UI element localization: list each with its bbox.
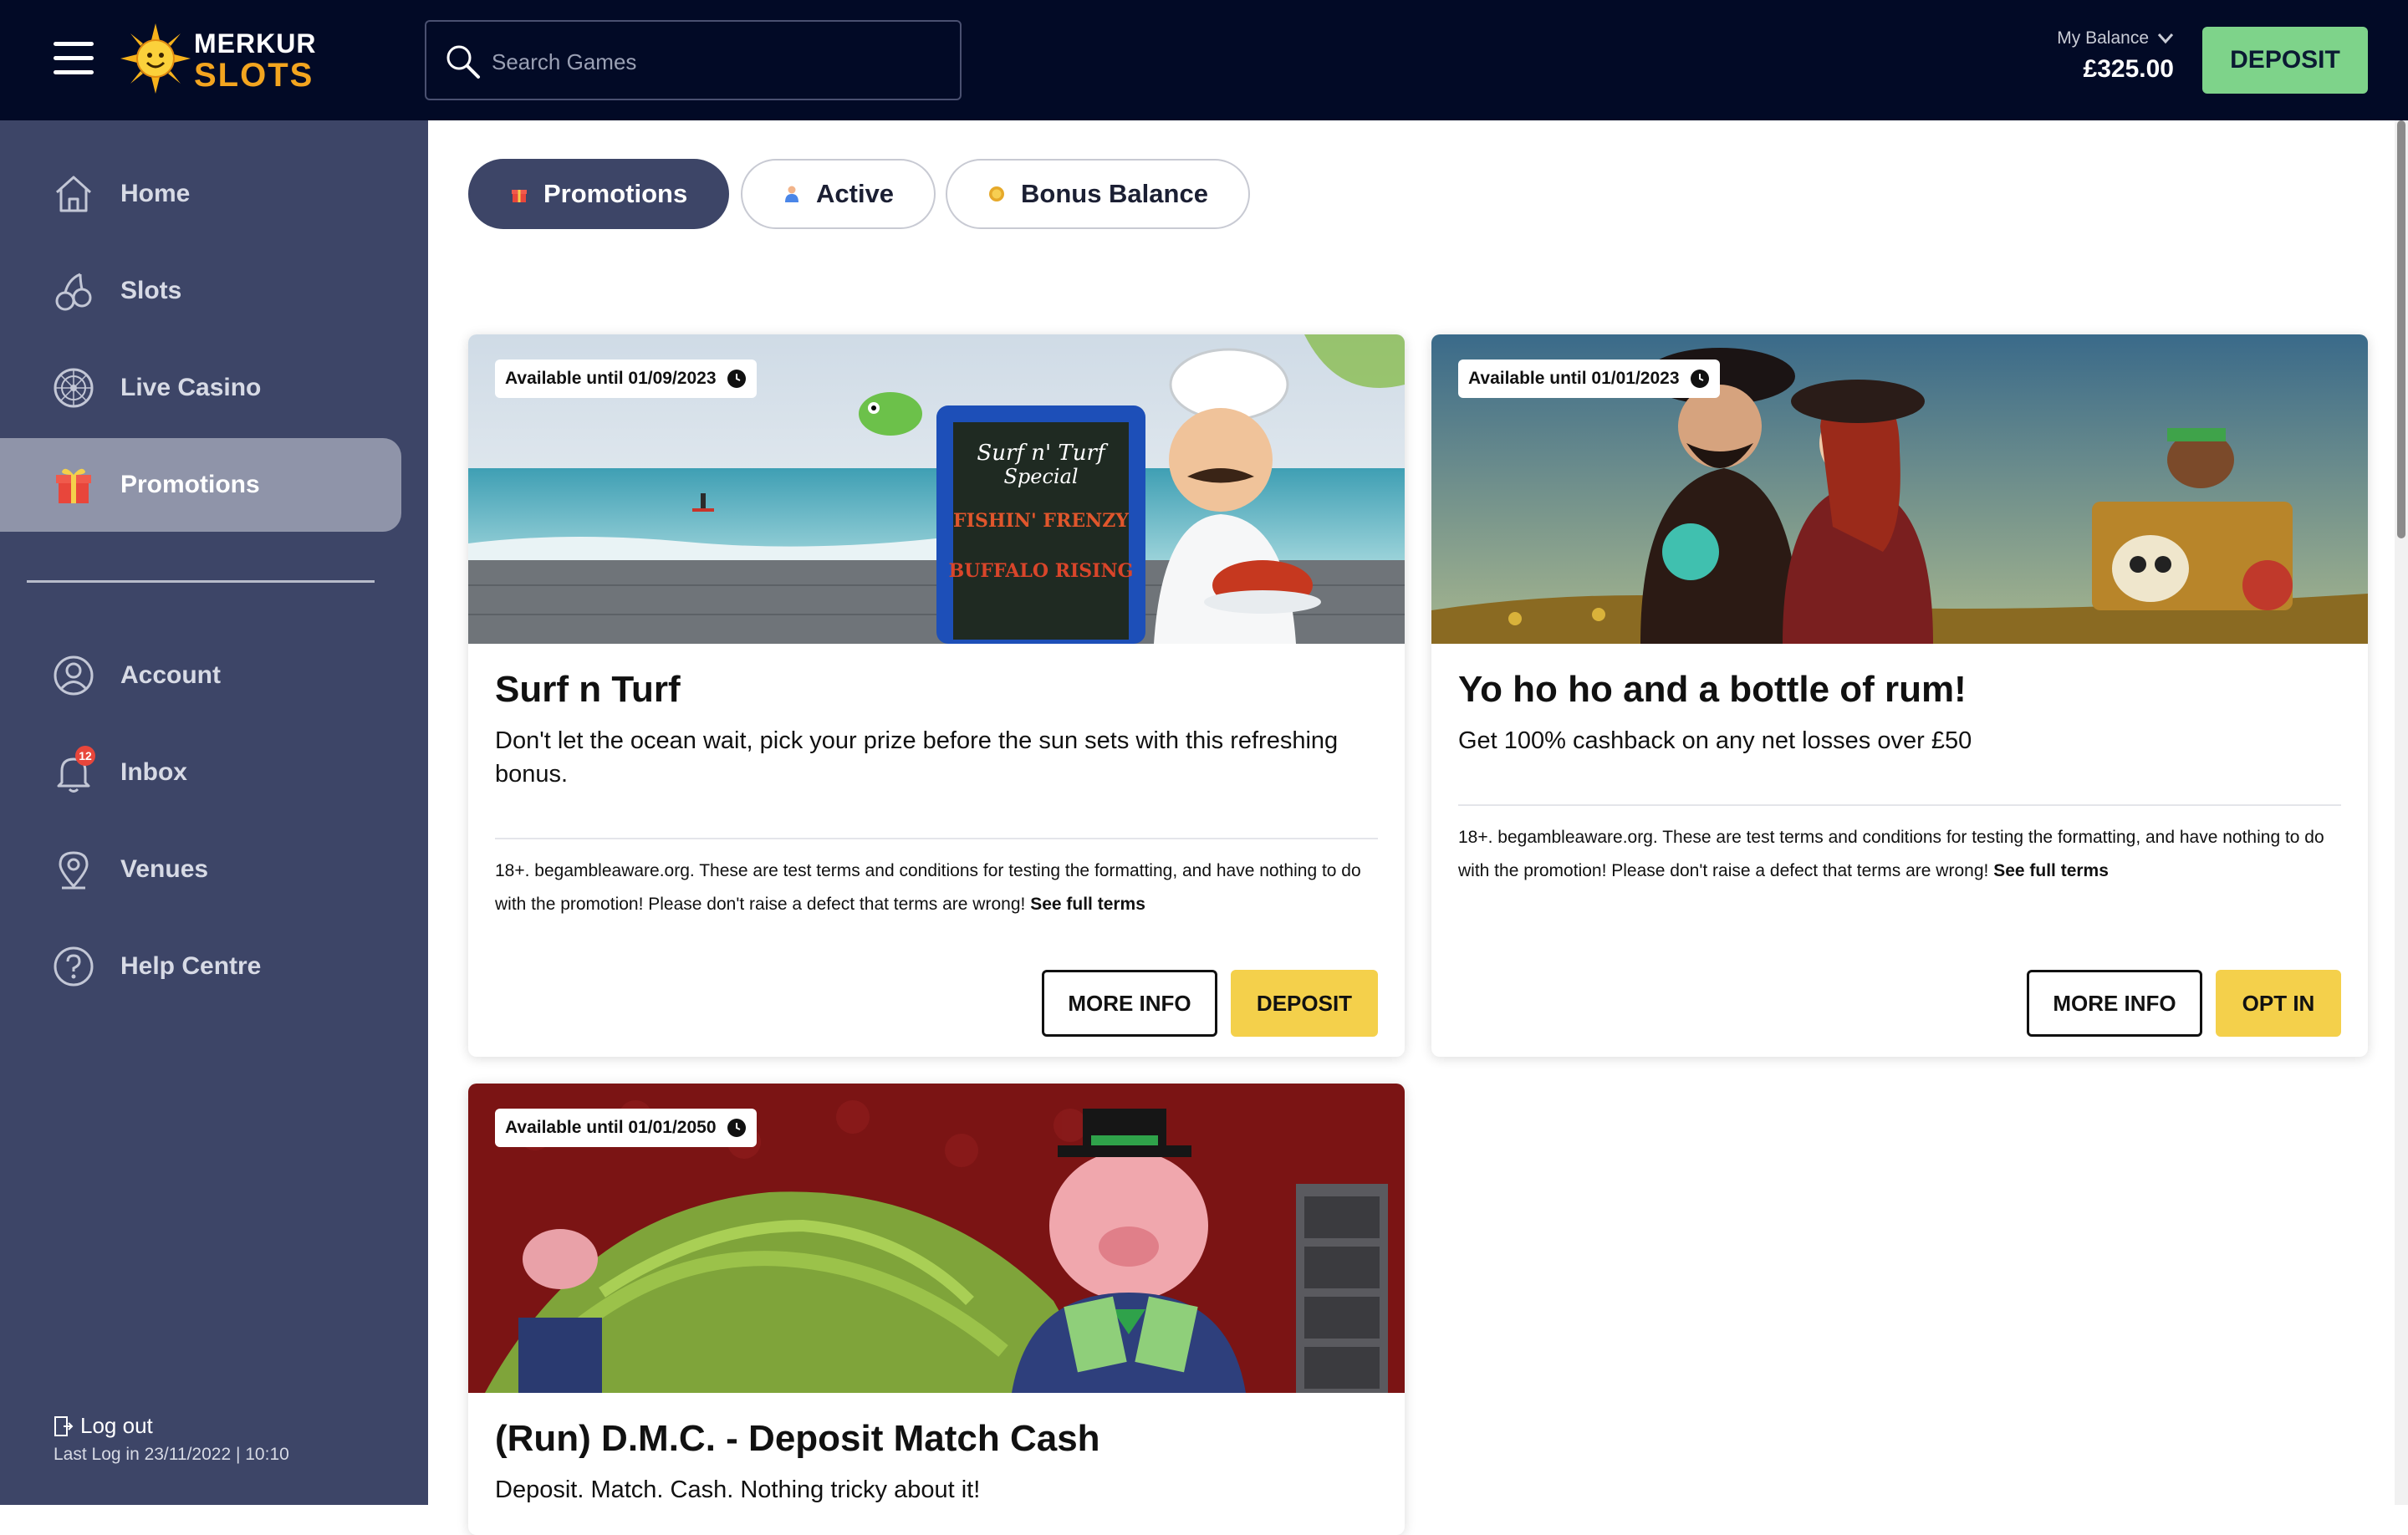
gift-icon [52, 463, 95, 507]
location-pin-icon [52, 848, 95, 891]
availability-badge: Available until 01/01/2023 [1458, 360, 1720, 398]
tab-label: Promotions [543, 179, 688, 208]
tab-label: Bonus Balance [1021, 179, 1208, 208]
tab-promotions[interactable]: Promotions [468, 159, 730, 229]
availability-text: Available until 01/09/2023 [505, 369, 717, 388]
tab-active[interactable]: Active [741, 159, 936, 229]
availability-badge: Available until 01/09/2023 [495, 360, 757, 398]
balance-label: My Balance [2057, 28, 2149, 48]
chevron-down-icon [2157, 33, 2174, 44]
clock-icon [1690, 370, 1709, 388]
top-bar: MERKUR SLOTS My Balance £325.00 DEPOSIT [0, 0, 2408, 120]
promo-deposit-button[interactable]: DEPOSIT [1231, 970, 1378, 1037]
sidebar-item-label: Slots [120, 277, 182, 304]
logout-label: Log out [80, 1413, 153, 1438]
inbox-badge: 12 [75, 746, 95, 766]
coin-icon [989, 186, 1004, 201]
logo-line2: SLOTS [194, 57, 314, 94]
terms-text: 18+. begambleaware.org. These are test t… [1458, 828, 2324, 880]
sidebar-item-label: Venues [120, 855, 209, 883]
sidebar-item-inbox[interactable]: 12 Inbox [0, 726, 401, 819]
sun-logo-icon [120, 23, 191, 94]
roulette-wheel-icon [52, 366, 95, 410]
sidebar-item-home[interactable]: Home [0, 147, 401, 241]
board-text-4: BUFFALO RISING [949, 560, 1134, 582]
sidebar-item-live-casino[interactable]: Live Casino [0, 341, 401, 435]
search-icon [446, 45, 480, 79]
sidebar-item-label: Account [120, 661, 221, 689]
sidebar-item-label: Live Casino [120, 374, 262, 401]
sidebar-item-account[interactable]: Account [0, 629, 401, 722]
board-text-3: FISHIN' FRENZY [953, 510, 1129, 532]
sidebar-item-label: Home [120, 180, 191, 207]
person-icon [785, 186, 798, 202]
tab-label: Active [816, 179, 895, 208]
hamburger-menu-icon[interactable] [54, 42, 94, 75]
see-full-terms-link[interactable]: See full terms [1993, 861, 2109, 880]
opt-in-button[interactable]: OPT IN [2216, 970, 2341, 1037]
promo-terms: 18+. begambleaware.org. These are test t… [495, 854, 1378, 921]
cherries-icon [52, 269, 95, 313]
promo-card-yo-ho-ho: Available until 01/01/2023 Yo ho ho and … [1431, 334, 2368, 1057]
question-circle-icon [52, 945, 95, 988]
promo-title: (Run) D.M.C. - Deposit Match Cash [495, 1418, 1100, 1459]
home-icon [52, 172, 95, 216]
card-divider [495, 838, 1378, 839]
promo-image-surf-n-turf: Surf n' Turf Special FISHIN' FRENZY BUFF… [468, 334, 1405, 644]
promo-terms: 18+. begambleaware.org. These are test t… [1458, 821, 2341, 888]
availability-text: Available until 01/01/2023 [1468, 369, 1680, 388]
more-info-button[interactable]: MORE INFO [1042, 970, 1217, 1037]
promo-image-pirates: Available until 01/01/2023 [1431, 334, 2368, 644]
page-scrollbar[interactable] [2395, 120, 2408, 1505]
search-input[interactable] [492, 43, 943, 80]
balance-widget[interactable]: My Balance £325.00 [2032, 28, 2174, 84]
availability-badge: Available until 01/01/2050 [495, 1109, 757, 1147]
card-divider [1458, 804, 2341, 806]
terms-text: 18+. begambleaware.org. These are test t… [495, 861, 1361, 914]
bell-icon: 12 [52, 746, 95, 794]
sidebar-item-label: Inbox [120, 758, 187, 786]
board-text-1: Surf n' Turf [977, 441, 1109, 466]
sidebar: Home Slots Live Casino Promotions Accoun… [0, 120, 428, 1505]
last-login-text: Last Log in 23/11/2022 | 10:10 [54, 1445, 289, 1464]
promo-description: Don't let the ocean wait, pick your priz… [495, 727, 1339, 788]
promo-title: Yo ho ho and a bottle of rum! [1458, 669, 1967, 710]
logout-link[interactable]: Log out [54, 1413, 153, 1439]
clock-icon [727, 370, 746, 388]
promo-image-piggy: Available until 01/01/2050 [468, 1084, 1405, 1393]
sidebar-divider [27, 580, 375, 583]
balance-value: £325.00 [2083, 55, 2174, 83]
promo-card-deposit-match-cash: Available until 01/01/2050 (Run) D.M.C. … [468, 1084, 1405, 1535]
board-text-2: Special [1003, 465, 1078, 488]
availability-text: Available until 01/01/2050 [505, 1118, 717, 1137]
header-deposit-button[interactable]: DEPOSIT [2202, 27, 2368, 94]
sidebar-item-promotions[interactable]: Promotions [0, 438, 401, 532]
sidebar-item-slots[interactable]: Slots [0, 244, 401, 338]
sidebar-item-venues[interactable]: Venues [0, 823, 401, 916]
sidebar-item-help-centre[interactable]: Help Centre [0, 920, 401, 1013]
balance-label-row[interactable]: My Balance [2057, 28, 2174, 48]
see-full-terms-link[interactable]: See full terms [1030, 895, 1145, 914]
sidebar-item-label: Help Centre [120, 952, 262, 980]
promo-description: Deposit. Match. Cash. Nothing tricky abo… [495, 1476, 981, 1503]
clock-icon [727, 1119, 746, 1137]
search-box[interactable] [425, 20, 962, 100]
promo-description: Get 100% cashback on any net losses over… [1458, 727, 1972, 754]
logo-line1: MERKUR [194, 28, 317, 59]
logout-icon [54, 1415, 74, 1436]
tab-bonus-balance[interactable]: Bonus Balance [946, 159, 1250, 229]
merkur-slots-logo[interactable]: MERKUR SLOTS [120, 23, 317, 95]
gift-icon [512, 190, 527, 202]
more-info-button[interactable]: MORE INFO [2027, 970, 2202, 1037]
promo-card-surf-n-turf: Surf n' Turf Special FISHIN' FRENZY BUFF… [468, 334, 1405, 1057]
user-circle-icon [52, 654, 95, 697]
sidebar-item-label: Promotions [120, 471, 260, 498]
promo-title: Surf n Turf [495, 669, 681, 710]
scrollbar-thumb[interactable] [2397, 120, 2405, 538]
